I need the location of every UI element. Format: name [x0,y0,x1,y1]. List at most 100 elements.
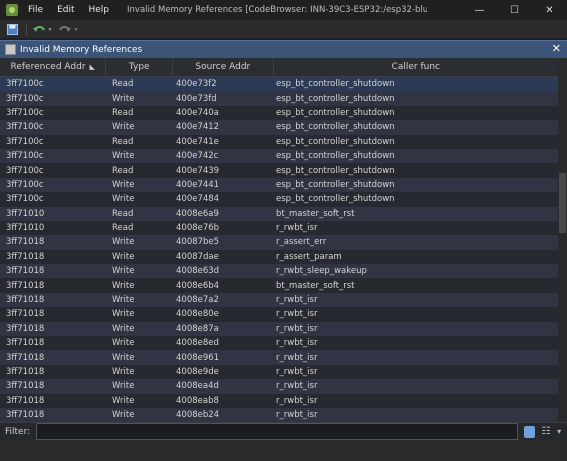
table-row[interactable]: 3ff7100c Write 400e7484 esp_bt_controller_s… [0,192,558,207]
column-source-addr[interactable]: Source Addr [173,58,274,76]
cell-ref: 3ff7100c [6,79,44,90]
cell-caller: r_rwbt_isr [276,323,318,334]
menu-help[interactable]: Help [89,5,110,15]
redo-button[interactable] [57,22,73,36]
cell-type: Write [112,179,135,190]
cell-caller: esp_bt_controller_shutdown [276,107,395,118]
cell-caller: bt_master_soft_rst [276,208,355,219]
close-panel-button[interactable]: ✕ [552,42,561,55]
table-row[interactable]: 3ff71018 Write 40087dae r_assert_param [0,249,558,265]
cell-ref: 3ff71018 [6,309,45,320]
cell-type: Write [112,122,135,133]
cell-type: Read [112,165,134,176]
table-row[interactable]: 3ff7100c Write 400e742c esp_bt_controller_s… [0,148,558,164]
close-window-button[interactable]: ✕ [532,0,567,20]
cell-caller: r_rwbt_isr [276,381,318,392]
table-row[interactable]: 3ff71018 Write 4008eb24 r_rwbt_isr [0,407,558,422]
title-bar: File Edit Help Invalid Memory References… [0,0,567,20]
cell-type: Write [112,410,135,421]
cell-caller: bt_master_soft_rst [276,280,355,291]
cell-ref: 3ff71018 [6,280,45,291]
cell-src: 400e741e [176,136,219,147]
column-type[interactable]: Type [106,58,174,76]
table-row[interactable]: 3ff71018 Write 4008e7a2 r_rwbt_isr [0,292,558,308]
cell-src: 4008e6a9 [176,208,219,219]
save-button[interactable] [4,22,20,36]
column-caller-func[interactable]: Caller func [274,58,558,76]
filter-input[interactable] [36,423,518,440]
undo-dropdown-icon[interactable]: ▾ [47,22,53,36]
cell-type: Write [112,381,135,392]
cell-caller: r_assert_err [276,237,327,248]
cell-src: 4008e6b4 [176,280,220,291]
table-row[interactable]: 3ff7100c Read 400e7439 esp_bt_controller_sh… [0,163,558,178]
vertical-scrollbar[interactable] [558,58,567,422]
table-row[interactable]: 3ff71018 Write 4008e961 r_rwbt_isr [0,350,558,365]
table-row[interactable]: 3ff7100c Write 400e7412 esp_bt_controller_s… [0,120,558,135]
table-row[interactable]: 3ff71018 Write 4008e87a r_rwbt_isr [0,321,558,337]
column-label: Referenced Addr [10,62,86,72]
cell-src: 4008e8ed [176,338,219,349]
cell-caller: r_assert_param [276,251,342,262]
cell-src: 4008e63d [176,266,220,277]
column-referenced-addr[interactable]: Referenced Addr ◣ [0,58,107,76]
cell-type: Write [112,323,135,334]
table-row[interactable]: 3ff71010 Read 4008e6a9 bt_master_soft_rst [0,206,558,221]
cell-caller: esp_bt_controller_shutdown [276,79,395,90]
cell-ref: 3ff71018 [6,323,45,334]
maximize-button[interactable]: ☐ [497,0,532,20]
table-row[interactable]: 3ff71018 Write 4008e63d r_rwbt_sleep_wakeup [0,264,558,279]
table-row[interactable]: 3ff7100c Read 400e741e esp_bt_controller_sh… [0,134,558,149]
column-filter-icon[interactable]: ☷ [541,426,553,438]
cell-caller: r_rwbt_isr [276,352,318,363]
minimize-button[interactable]: — [462,0,497,20]
toolbar-separator [26,23,27,35]
table-row[interactable]: 3ff71018 Write 4008eab8 r_rwbt_isr [0,393,558,408]
table-row[interactable]: 3ff7100c Write 400e7441 esp_bt_controller_s… [0,177,558,193]
table-row[interactable]: 3ff71018 Write 4008e9de r_rwbt_isr [0,364,558,380]
redo-arrow-icon [59,25,71,32]
status-bar [0,440,567,461]
cell-caller: r_rwbt_isr [276,295,318,306]
scrollbar-thumb[interactable] [559,173,566,233]
filter-dropdown-icon[interactable]: ▾ [557,427,567,436]
cell-type: Write [112,194,135,205]
cell-src: 4008eb24 [176,410,220,421]
cell-ref: 3ff7100c [6,165,44,176]
table-row[interactable]: 3ff71018 Write 4008ea4d r_rwbt_isr [0,379,558,394]
panel-header: Invalid Memory References ✕ [0,40,567,58]
cell-src: 40087dae [176,251,219,262]
menu-file[interactable]: File [28,5,43,15]
menu-edit[interactable]: Edit [57,5,74,15]
panel-title: Invalid Memory References [20,44,143,55]
cell-ref: 3ff7100c [6,136,44,147]
table-row[interactable]: 3ff7100c Write 400e73fd esp_bt_controller_s… [0,91,558,106]
table-row[interactable]: 3ff7100c Read 400e73f2 esp_bt_controller_sh… [0,77,558,92]
table-body: 3ff7100c Read 400e73f2 esp_bt_controller_sh… [0,77,558,422]
cell-type: Read [112,136,134,147]
cell-type: Write [112,151,135,162]
cell-ref: 3ff71018 [6,395,45,406]
table-row[interactable]: 3ff71018 Write 4008e80e r_rwbt_isr [0,307,558,322]
filter-bar: Filter: ☷ ▾ [0,422,567,440]
cell-src: 4008ea4d [176,381,219,392]
cell-type: Write [112,352,135,363]
cell-caller: r_rwbt_sleep_wakeup [276,266,367,277]
filter-label: Filter: [5,426,31,437]
cell-type: Write [112,395,135,406]
column-label: Type [128,62,150,72]
cell-ref: 3ff71018 [6,237,45,248]
table-row[interactable]: 3ff71018 Write 4008e6b4 bt_master_soft_rst [0,278,558,293]
table-row[interactable]: 3ff7100c Read 400e740a esp_bt_controller_sh… [0,105,558,121]
table-row[interactable]: 3ff71010 Read 4008e76b r_rwbt_isr [0,220,558,236]
cell-ref: 3ff71018 [6,352,45,363]
undo-button[interactable] [31,22,47,36]
table-row[interactable]: 3ff71018 Write 40087be5 r_assert_err [0,235,558,250]
save-icon [6,23,18,35]
filter-options-icon[interactable] [523,425,536,438]
cell-ref: 3ff71018 [6,381,45,392]
cell-caller: esp_bt_controller_shutdown [276,136,395,147]
redo-dropdown-icon[interactable]: ▾ [73,22,79,36]
cell-type: Write [112,338,135,349]
table-row[interactable]: 3ff71018 Write 4008e8ed r_rwbt_isr [0,336,558,351]
